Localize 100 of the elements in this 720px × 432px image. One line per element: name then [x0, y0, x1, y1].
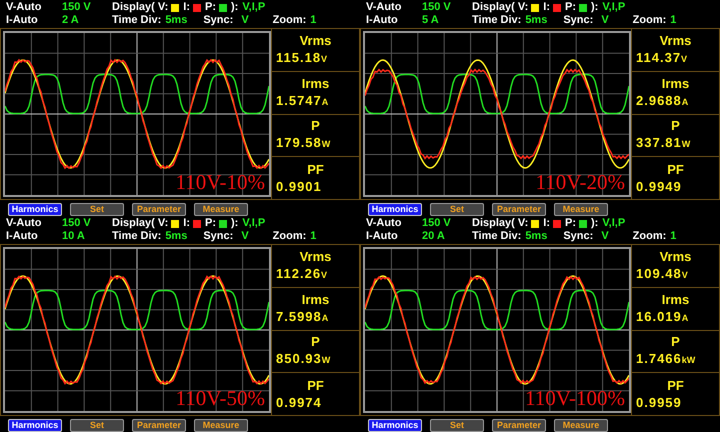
range-label: I-Auto [366, 14, 399, 27]
sync-value: V [241, 14, 249, 27]
reading-value: 114.37V [635, 48, 688, 67]
reading-value: 112.26V [275, 264, 328, 283]
time-div-label: Time Div: [472, 14, 522, 27]
menu-button[interactable]: Parameter [492, 419, 546, 432]
display-label: ): [231, 1, 238, 14]
menu-button[interactable]: Parameter [492, 203, 546, 216]
waveform-caption: 110V-20% [536, 172, 625, 193]
time-div-label: Time Div: [472, 230, 522, 243]
channel-label: P: [205, 217, 216, 230]
display-value: V,I,P [602, 217, 626, 230]
menu-button[interactable]: Harmonics [8, 203, 62, 216]
reading-value: 0.9974 [275, 394, 322, 412]
reading-value: 16.019A [635, 308, 688, 326]
range-value: 10 A [62, 230, 86, 243]
sync-label: Sync: [203, 230, 234, 243]
display-value: V,I,P [602, 1, 626, 14]
time-div-value: 5ms [525, 14, 548, 27]
reading-label: P [311, 117, 320, 134]
waveform-caption: 110V-50% [176, 388, 265, 409]
zoom-label: Zoom: [632, 230, 666, 243]
range-value: 2 A [62, 14, 80, 27]
sync-value: V [601, 14, 609, 27]
reading-label: PF [667, 377, 684, 394]
reading-value: 115.18V [275, 48, 328, 67]
channel-label: P: [565, 1, 576, 14]
reading-label: P [671, 333, 680, 350]
time-div-value: 5ms [165, 230, 188, 243]
reading-label: Irms [302, 74, 330, 92]
range-label: V-Auto [6, 217, 42, 230]
reading-label: Irms [302, 290, 330, 308]
display-label: ): [231, 217, 238, 230]
time-div-value: 5ms [165, 14, 188, 27]
menu-button[interactable]: Measure [554, 203, 608, 216]
sync-value: V [241, 230, 249, 243]
sync-label: Sync: [563, 14, 594, 27]
time-div-value: 5ms [525, 230, 548, 243]
menu-button[interactable]: Set [430, 203, 484, 216]
channel-label: I: [183, 1, 190, 14]
reading-value: 850.93W [275, 350, 330, 368]
reading-label: Vrms [660, 248, 692, 265]
menu-button[interactable]: Harmonics [368, 419, 422, 432]
menu-button[interactable]: Measure [554, 419, 608, 432]
menu-button[interactable]: Set [430, 419, 484, 432]
reading-value: 1.5747A [275, 92, 328, 110]
display-value: V,I,P [242, 217, 266, 230]
reading-label: Vrms [300, 32, 332, 49]
menu-button[interactable]: Parameter [132, 203, 186, 216]
reading-value: 179.58W [275, 134, 330, 152]
range-label: V-Auto [366, 217, 402, 230]
zoom-value: 1 [310, 230, 316, 243]
zoom-value: 1 [310, 14, 316, 27]
menu-button[interactable]: Harmonics [368, 203, 422, 216]
range-value: 20 A [422, 230, 446, 243]
range-value: 150 V [422, 1, 452, 14]
channel-label: V: [518, 217, 528, 230]
menu-button[interactable]: Measure [194, 203, 248, 216]
reading-label: Vrms [660, 32, 692, 49]
time-div-label: Time Div: [112, 14, 162, 27]
waveform-caption: 110V-100% [525, 388, 625, 409]
sync-value: V [601, 230, 609, 243]
reading-label: PF [307, 377, 324, 394]
zoom-label: Zoom: [272, 230, 306, 243]
display-label: Display( [472, 1, 516, 14]
display-label: Display( [112, 1, 156, 14]
reading-value: 109.48V [635, 264, 688, 283]
reading-label: Vrms [300, 248, 332, 265]
reading-label: P [311, 333, 320, 350]
channel-label: I: [543, 1, 550, 14]
sync-label: Sync: [203, 14, 234, 27]
menu-button[interactable]: Set [70, 419, 124, 432]
menu-button[interactable]: Parameter [132, 419, 186, 432]
zoom-value: 1 [670, 230, 676, 243]
range-label: V-Auto [366, 1, 402, 14]
range-value: 150 V [62, 217, 92, 230]
menu-button[interactable]: Harmonics [8, 419, 62, 432]
zoom-label: Zoom: [632, 14, 666, 27]
menu-button[interactable]: Set [70, 203, 124, 216]
channel-label: P: [565, 217, 576, 230]
reading-label: PF [307, 161, 324, 178]
waveform-caption: 110V-10% [176, 172, 265, 193]
zoom-label: Zoom: [272, 14, 306, 27]
reading-label: P [671, 117, 680, 134]
range-label: V-Auto [6, 1, 42, 14]
reading-value: 0.9959 [635, 394, 682, 412]
channel-label: I: [183, 217, 190, 230]
display-label: ): [591, 217, 598, 230]
menu-button[interactable]: Measure [194, 419, 248, 432]
sync-label: Sync: [563, 230, 594, 243]
zoom-value: 1 [670, 14, 676, 27]
display-value: V,I,P [242, 1, 266, 14]
range-label: I-Auto [6, 230, 39, 243]
reading-value: 1.7466kW [635, 350, 696, 368]
reading-value: 0.9949 [635, 178, 682, 196]
display-label: Display( [472, 217, 516, 230]
time-div-label: Time Div: [112, 230, 162, 243]
channel-label: V: [158, 1, 168, 14]
channel-label: P: [205, 1, 216, 14]
display-label: ): [591, 1, 598, 14]
